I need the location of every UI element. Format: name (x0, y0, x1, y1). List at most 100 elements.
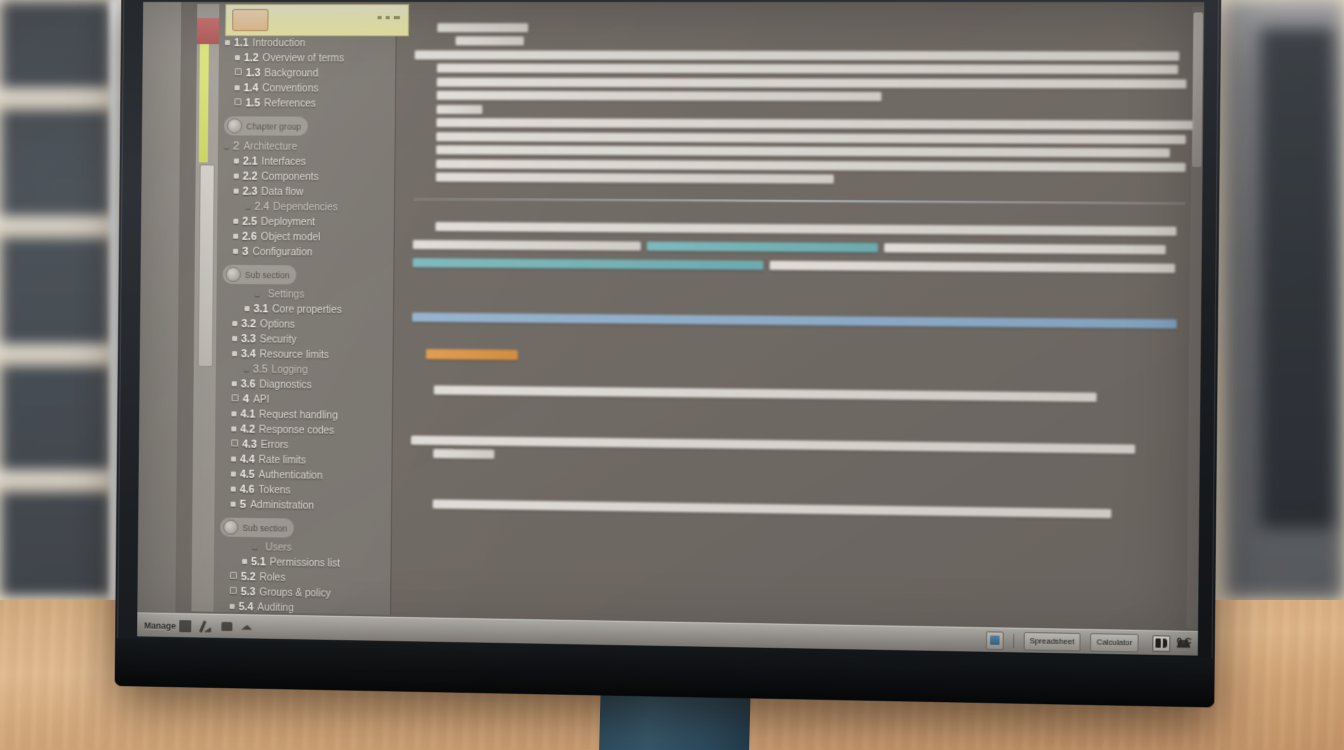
photo-scene: Contents 1.1Introduction1.2Overview of t… (0, 0, 1344, 750)
sidebar-item-security[interactable]: 3.3 Security (220, 331, 389, 348)
shelf-divider (0, 216, 124, 238)
hyperlink-line[interactable] (412, 312, 1177, 329)
sidebar-item-components[interactable]: 2.2 Components (222, 168, 391, 184)
sidebar-item-references[interactable]: 1.5 References (222, 95, 391, 111)
sidebar-item-logging[interactable]: 3.5 Logging (220, 361, 389, 378)
sidebar-item-number: 3.2 (241, 317, 257, 330)
sidebar-group-pill[interactable]: Chapter group (224, 116, 309, 136)
sidebar-item-conventions[interactable]: 1.4 Conventions (222, 80, 391, 96)
sidebar-item-number: 4.2 (240, 422, 256, 436)
sidebar-item-administration[interactable]: 5 Administration (218, 496, 387, 513)
document-reader-window: Contents 1.1Introduction1.2Overview of t… (175, 1, 1205, 633)
content-scrollbar-thumb[interactable] (1191, 12, 1204, 168)
sidebar-item-deployment[interactable]: 2.5 Deployment (221, 214, 390, 230)
sidebar-group-label: Sub section (244, 269, 290, 280)
sidebar-item-object-model[interactable]: 2.6 Object model (221, 229, 390, 245)
sidebar-item-number: 4.6 (239, 483, 255, 496)
text-line (412, 258, 764, 270)
bullet-icon (233, 248, 239, 254)
text-line (433, 385, 1097, 402)
window-title-bar[interactable] (225, 4, 410, 37)
bullet-icon (231, 393, 239, 401)
sidebar-item-label: Core properties (272, 303, 342, 316)
taskbar-button-1[interactable]: Spreadsheet (1023, 631, 1081, 651)
text-line (436, 63, 1179, 75)
sidebar-item-label: Components (261, 171, 319, 183)
sidebar-item-label: Users (265, 541, 292, 554)
sidebar-item-number: 4.5 (239, 468, 255, 481)
sidebar-group-pill[interactable]: Sub section (222, 264, 297, 285)
text-line (436, 77, 1187, 89)
bullet-icon (234, 67, 242, 75)
rail-scroll-thumb[interactable] (197, 164, 215, 367)
bird-icon[interactable] (241, 622, 252, 632)
section-heading (426, 348, 518, 360)
pen-icon[interactable] (200, 620, 212, 632)
tray-clock[interactable]: 0 C (1177, 636, 1192, 647)
sidebar-item-number: 3.3 (241, 332, 256, 345)
text-line (455, 36, 524, 46)
sidebar-item-label: Data flow (261, 186, 304, 198)
sidebar-item-introduction[interactable]: 1.1 Introduction (223, 35, 392, 50)
sidebar-item-resource-limits[interactable]: 3.4 Resource limits (220, 346, 389, 363)
bag-icon[interactable] (220, 621, 233, 632)
rail-marker-red (196, 18, 220, 45)
window-tab[interactable] (232, 9, 269, 32)
sidebar-item-background[interactable]: 1.3 Background (223, 65, 392, 80)
sidebar-item-label: Resource limits (259, 348, 329, 361)
bullet-icon (234, 84, 240, 90)
sidebar-group-pill[interactable]: Sub section (220, 517, 295, 538)
speaker-icon[interactable] (1152, 634, 1171, 652)
sidebar-item-number: 4.4 (240, 453, 255, 466)
sidebar-item-architecture[interactable]: 2 Architecture (222, 138, 391, 154)
sidebar-item-core-properties[interactable]: 3.1 Core properties (220, 301, 389, 318)
bullet-icon (255, 291, 260, 296)
text-line (435, 221, 1177, 236)
bullet-icon (230, 486, 236, 492)
bullet-icon (229, 603, 235, 609)
sidebar-item-label: Configuration (252, 246, 313, 258)
sidebar-item-label: References (264, 97, 316, 110)
sidebar-item-label: Conventions (262, 82, 319, 95)
sidebar-item-label: Options (260, 318, 295, 331)
bullet-icon (229, 586, 237, 594)
bullet-icon (232, 350, 238, 356)
window-controls[interactable] (377, 16, 400, 20)
sidebar-item-label: Errors (260, 439, 289, 451)
sidebar-item-number: 4.3 (242, 438, 257, 451)
document-content-pane[interactable] (391, 4, 1205, 629)
bullet-icon (231, 455, 237, 462)
sidebar-item-auditing[interactable]: 5.4 Auditing (217, 599, 386, 615)
taskbar-separator (1012, 633, 1014, 648)
taskbar-button-2[interactable]: Calculator (1090, 632, 1139, 652)
taskbar-button-label: Calculator (1096, 637, 1133, 648)
sidebar-item-overview-of-terms[interactable]: 1.2 Overview of terms (223, 50, 392, 65)
sidebar-item-label: Authentication (258, 469, 323, 482)
sidebar-item-number: 4 (242, 392, 250, 406)
document-header-block (414, 22, 1194, 186)
sidebar-item-number: 3 (242, 245, 249, 258)
taskbar-button-0[interactable] (985, 630, 1004, 650)
bullet-icon (233, 188, 239, 194)
sidebar-item-label: Groups & policy (259, 586, 331, 600)
contents-tree-list[interactable]: 1.1 Introduction 1.2 Overview of terms 1.3 Ba… (217, 35, 391, 615)
sidebar-item-number: 1.2 (243, 51, 259, 64)
window-icon[interactable] (178, 619, 191, 632)
sidebar-item-configuration[interactable]: 3 Configuration (221, 244, 390, 260)
sidebar-item-dependencies[interactable]: 2.4 Dependencies (221, 199, 390, 215)
sidebar-item-data-flow[interactable]: 2.3 Data flow (221, 184, 390, 200)
bullet-icon (234, 54, 240, 60)
sidebar-item-number: 2.6 (242, 230, 257, 243)
sidebar-item-settings[interactable]: Settings (220, 287, 389, 302)
sidebar-item-label: Request handling (259, 409, 338, 422)
text-line (436, 158, 1186, 172)
sidebar-contents-tree[interactable]: Contents 1.1Introduction1.2Overview of t… (213, 3, 397, 615)
start-button[interactable]: Manage (144, 619, 191, 632)
sidebar-item-interfaces[interactable]: 2.1 Interfaces (222, 153, 391, 169)
sidebar-item-number: 1.3 (245, 66, 261, 79)
sidebar-group-label: Sub section (242, 522, 288, 534)
bullet-icon (231, 438, 239, 447)
sidebar-item-options[interactable]: 3.2 Options (220, 316, 389, 333)
highlighted-quote-block (412, 221, 1185, 278)
